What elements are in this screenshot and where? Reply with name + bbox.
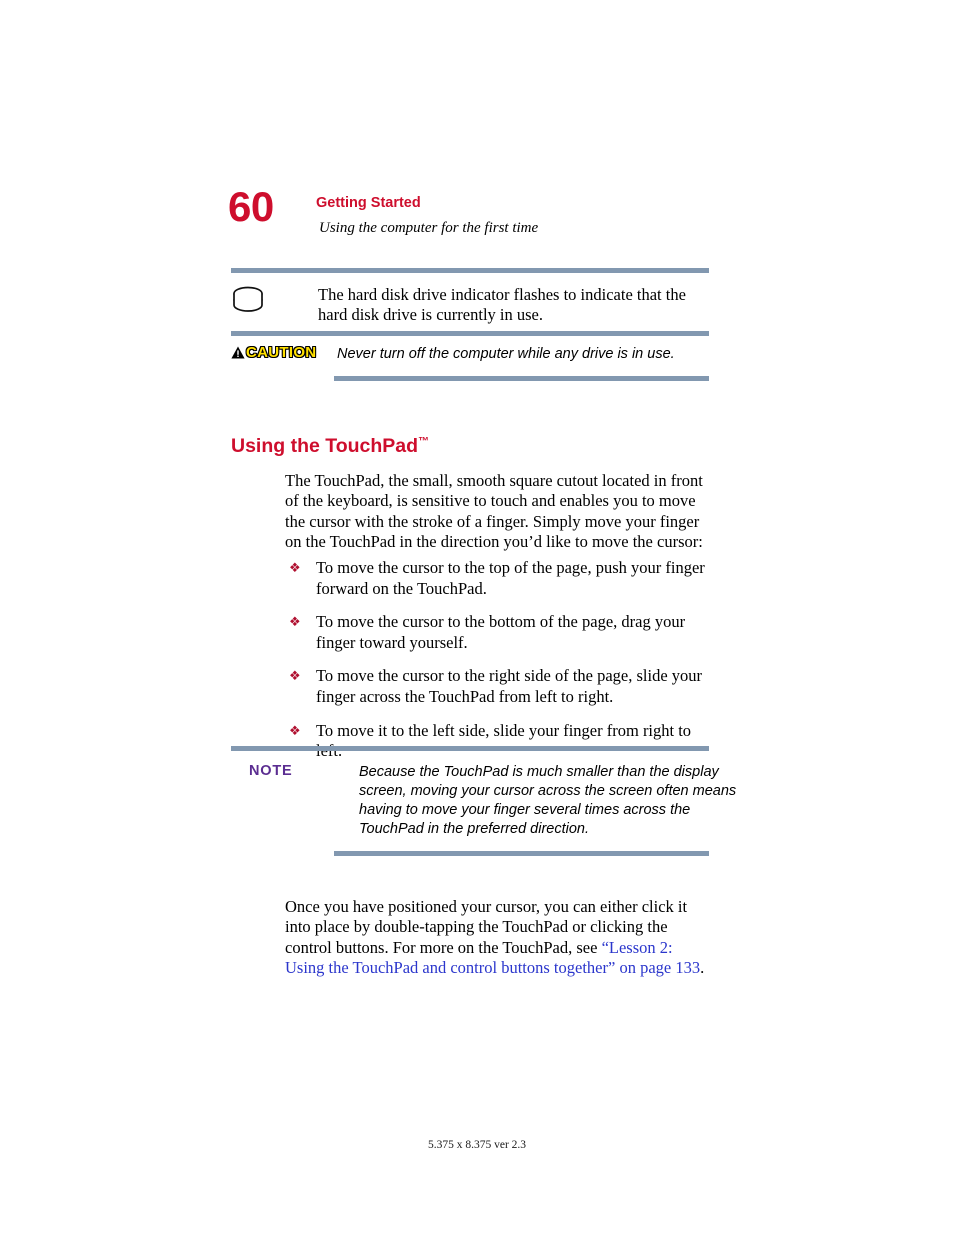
list-item: ❖ To move it to the left side, slide you… [285,721,710,762]
section-subtitle: Using the computer for the first time [319,220,539,236]
divider-rule-note-bottom [334,851,709,856]
list-item-text: To move it to the left side, slide your … [316,720,692,761]
list-item-text: To move the cursor to the right side of … [316,666,703,706]
touchpad-direction-list: ❖ To move the cursor to the top of the p… [285,558,710,775]
caution-label-text: CAUTION [246,344,317,362]
bullet-diamond-icon: ❖ [289,669,301,685]
bullet-diamond-icon: ❖ [289,615,301,631]
divider-rule-caution-bottom [334,376,709,381]
list-item-text: To move the cursor to the bottom of the … [316,612,686,652]
caution-label: CAUTION [231,344,317,362]
note-callout-text: Because the TouchPad is much smaller tha… [359,764,737,837]
closing-paragraph: Once you have positioned your cursor, yo… [285,897,710,979]
header-titles: Getting Started Using the computer for t… [316,194,538,238]
page-footer: 5.375 x 8.375 ver 2.3 [427,1139,527,1151]
list-item-text: To move the cursor to the top of the pag… [316,558,705,598]
list-item: ❖ To move the cursor to the top of the p… [285,558,710,599]
bullet-diamond-icon: ❖ [289,723,301,739]
section-heading-text: Using the TouchPad [231,435,419,458]
divider-rule-caution-top [231,331,709,336]
hard-disk-callout-text: The hard disk drive indicator flashes to… [318,285,686,324]
hard-disk-drive-icon [231,285,265,315]
caution-callout-text: Never turn off the computer while any dr… [337,346,675,362]
page-number: 60 [228,183,274,230]
closing-paragraph-end: . [700,958,705,978]
divider-rule-top [231,268,709,273]
divider-rule-note-top [231,746,709,751]
page-title: Using the TouchPad™ [231,434,429,458]
list-item: ❖ To move the cursor to the right side o… [285,666,710,707]
note-label: NOTE [249,763,293,779]
bullet-diamond-icon: ❖ [289,561,301,576]
chapter-title: Getting Started [316,195,421,211]
list-item: ❖ To move the cursor to the bottom of th… [285,612,710,653]
trademark-symbol: ™ [418,435,430,448]
warning-triangle-icon [231,346,245,359]
intro-paragraph: The TouchPad, the small, smooth square c… [285,470,703,552]
document-page: 60 Getting Started Using the computer fo… [0,0,954,1235]
